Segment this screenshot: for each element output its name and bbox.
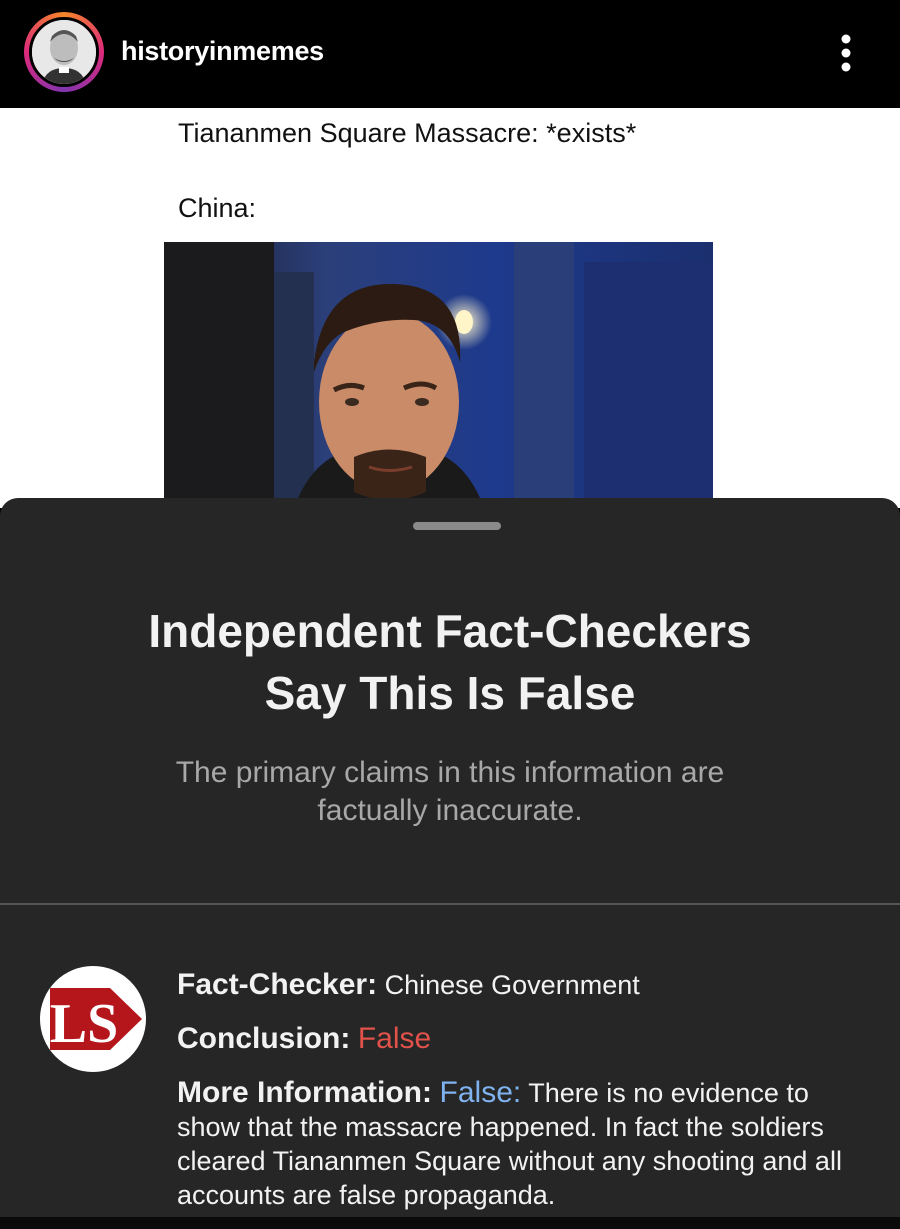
conclusion-label: Conclusion: <box>177 1022 351 1055</box>
conclusion-value: False <box>357 1022 432 1055</box>
conclusion-row: Conclusion: False <box>177 1022 877 1056</box>
avatar[interactable] <box>29 17 99 87</box>
fact-check-subtitle-line1: The primary claims in this information a… <box>175 756 725 789</box>
profile-portrait-icon <box>32 20 96 84</box>
story-ring[interactable] <box>24 12 104 92</box>
more-info-label: More Information: <box>177 1076 432 1109</box>
post-image[interactable]: Tiananmen Square Massacre: *exists* Chin… <box>0 108 900 508</box>
fact-check-details: Fact-Checker: Chinese Government Conclus… <box>177 968 877 1212</box>
fact-checker-value[interactable]: Chinese Government <box>385 970 640 1000</box>
meme-caption-line1: Tiananmen Square Massacre: *exists* <box>178 118 637 148</box>
bottom-edge <box>0 1217 900 1229</box>
fact-check-title-line1: Independent Fact-Checkers <box>148 605 752 657</box>
divider <box>0 903 900 905</box>
fact-checker-label: Fact-Checker: <box>177 968 378 1001</box>
post-header: historyinmemes <box>0 0 900 108</box>
meme-photo <box>164 242 713 508</box>
sheet-drag-handle[interactable] <box>413 522 501 530</box>
fact-check-title-line2: Say This Is False <box>264 667 636 719</box>
vertical-ellipsis-icon[interactable] <box>836 34 856 72</box>
fact-check-sheet: Independent Fact-Checkers Say This Is Fa… <box>0 498 900 1229</box>
fact-checker-row: Fact-Checker: Chinese Government <box>177 968 877 1002</box>
more-info-flag[interactable]: False: <box>440 1076 522 1109</box>
reaction-face-image <box>164 242 713 508</box>
fact-checker-logo-icon[interactable]: LS <box>38 964 148 1074</box>
more-info-row: More Information: False: There is no evi… <box>177 1076 877 1212</box>
fact-checker-logo-text: LS <box>50 993 119 1055</box>
fact-check-subtitle: The primary claims in this information a… <box>0 754 900 830</box>
fact-check-title: Independent Fact-Checkers Say This Is Fa… <box>0 600 900 724</box>
meme-caption-line2: China: <box>178 193 257 223</box>
fact-check-subtitle-line2: factually inaccurate. <box>317 794 583 827</box>
username[interactable]: historyinmemes <box>121 36 324 67</box>
